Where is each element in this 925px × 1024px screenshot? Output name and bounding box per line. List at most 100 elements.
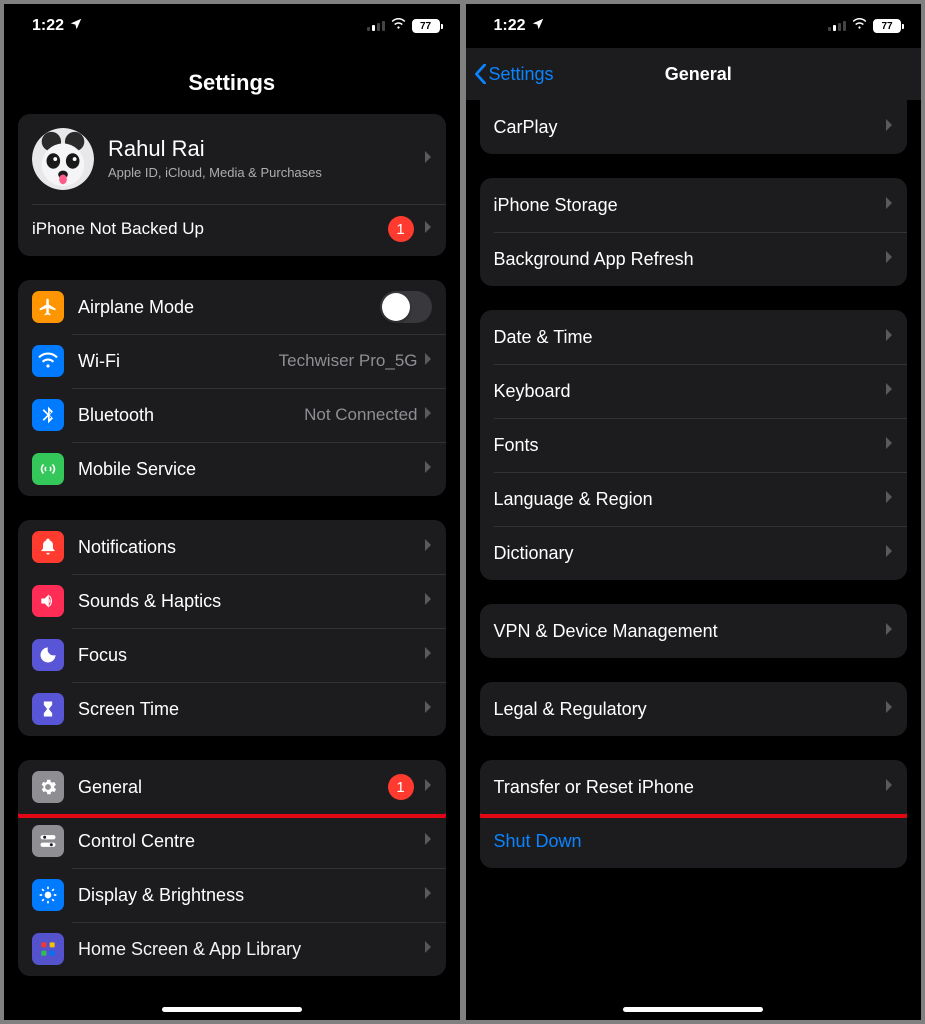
bluetooth-row[interactable]: Bluetooth Not Connected bbox=[18, 388, 446, 442]
battery-icon: 77 bbox=[873, 19, 901, 33]
row-label: Screen Time bbox=[78, 699, 424, 720]
avatar bbox=[32, 128, 94, 190]
chevron-right-icon bbox=[885, 436, 893, 455]
row-label: VPN & Device Management bbox=[494, 621, 886, 642]
wifi-icon bbox=[851, 17, 868, 36]
focus-row[interactable]: Focus bbox=[18, 628, 446, 682]
vpn-row[interactable]: VPN & Device Management bbox=[480, 604, 908, 658]
chevron-right-icon bbox=[885, 118, 893, 137]
legal-row[interactable]: Legal & Regulatory bbox=[480, 682, 908, 736]
notification-badge: 1 bbox=[388, 216, 414, 242]
date-time-row[interactable]: Date & Time bbox=[480, 310, 908, 364]
profile-group: Rahul Rai Apple ID, iCloud, Media & Purc… bbox=[18, 114, 446, 256]
chevron-right-icon bbox=[885, 250, 893, 269]
chevron-right-icon bbox=[424, 592, 432, 611]
status-time: 1:22 bbox=[32, 17, 64, 35]
status-bar: 1:22 77 bbox=[4, 4, 460, 48]
wifi-icon bbox=[390, 17, 407, 36]
toggles-icon bbox=[32, 825, 64, 857]
general-row[interactable]: General 1 bbox=[18, 760, 446, 814]
nav-bar: Settings General bbox=[466, 48, 922, 100]
cellular-signal-icon bbox=[828, 21, 846, 31]
location-icon bbox=[69, 17, 83, 36]
bell-icon bbox=[32, 531, 64, 563]
network-group: Airplane Mode Wi-Fi Techwiser Pro_5G Blu… bbox=[18, 280, 446, 496]
row-label: Date & Time bbox=[494, 327, 886, 348]
chevron-right-icon bbox=[424, 220, 432, 239]
home-screen-row[interactable]: Home Screen & App Library bbox=[18, 922, 446, 976]
chevron-right-icon bbox=[885, 622, 893, 641]
row-label: Language & Region bbox=[494, 489, 886, 510]
general-group: General 1 Control Centre Display & Brigh… bbox=[18, 760, 446, 976]
row-label: Notifications bbox=[78, 537, 424, 558]
chevron-right-icon bbox=[424, 832, 432, 851]
vpn-group: VPN & Device Management bbox=[480, 604, 908, 658]
row-label: Home Screen & App Library bbox=[78, 939, 424, 960]
wifi-icon bbox=[32, 345, 64, 377]
cellular-icon bbox=[32, 453, 64, 485]
shut-down-row[interactable]: Shut Down bbox=[480, 814, 908, 868]
phone-general: 1:22 77 Settings General CarPlay iPhone … bbox=[466, 4, 922, 1020]
battery-level: 77 bbox=[881, 21, 892, 32]
row-label: Dictionary bbox=[494, 543, 886, 564]
row-label: Control Centre bbox=[78, 831, 424, 852]
wifi-row[interactable]: Wi-Fi Techwiser Pro_5G bbox=[18, 334, 446, 388]
row-label: Display & Brightness bbox=[78, 885, 424, 906]
backup-warning-row[interactable]: iPhone Not Backed Up 1 bbox=[18, 204, 446, 256]
chevron-right-icon bbox=[424, 150, 432, 169]
gear-icon bbox=[32, 771, 64, 803]
airplane-mode-row[interactable]: Airplane Mode bbox=[18, 280, 446, 334]
chevron-right-icon bbox=[424, 940, 432, 959]
chevron-right-icon bbox=[885, 196, 893, 215]
airplane-icon bbox=[32, 291, 64, 323]
chevron-right-icon bbox=[885, 778, 893, 797]
battery-icon: 77 bbox=[412, 19, 440, 33]
locale-group: Date & Time Keyboard Fonts Language & Re… bbox=[480, 310, 908, 580]
control-centre-row[interactable]: Control Centre bbox=[18, 814, 446, 868]
mobile-service-row[interactable]: Mobile Service bbox=[18, 442, 446, 496]
profile-row[interactable]: Rahul Rai Apple ID, iCloud, Media & Purc… bbox=[18, 114, 446, 204]
background-refresh-row[interactable]: Background App Refresh bbox=[480, 232, 908, 286]
language-row[interactable]: Language & Region bbox=[480, 472, 908, 526]
dictionary-row[interactable]: Dictionary bbox=[480, 526, 908, 580]
chevron-right-icon bbox=[424, 460, 432, 479]
battery-level: 77 bbox=[420, 21, 431, 32]
chevron-right-icon bbox=[424, 646, 432, 665]
row-label: iPhone Storage bbox=[494, 195, 886, 216]
carplay-group: CarPlay bbox=[480, 100, 908, 154]
iphone-storage-row[interactable]: iPhone Storage bbox=[480, 178, 908, 232]
moon-icon bbox=[32, 639, 64, 671]
sounds-row[interactable]: Sounds & Haptics bbox=[18, 574, 446, 628]
transfer-reset-row[interactable]: Transfer or Reset iPhone bbox=[480, 760, 908, 814]
backup-warning-label: iPhone Not Backed Up bbox=[32, 219, 388, 239]
home-indicator[interactable] bbox=[162, 1007, 302, 1012]
screentime-row[interactable]: Screen Time bbox=[18, 682, 446, 736]
page-title: Settings bbox=[4, 48, 460, 114]
row-label: Fonts bbox=[494, 435, 886, 456]
cellular-signal-icon bbox=[367, 21, 385, 31]
row-value: Not Connected bbox=[304, 405, 417, 425]
row-label: Legal & Regulatory bbox=[494, 699, 886, 720]
row-label: Background App Refresh bbox=[494, 249, 886, 270]
reset-group: Transfer or Reset iPhone Shut Down bbox=[480, 760, 908, 868]
highlight-transfer-reset: Transfer or Reset iPhone bbox=[480, 760, 908, 818]
chevron-right-icon bbox=[424, 406, 432, 425]
storage-group: iPhone Storage Background App Refresh bbox=[480, 178, 908, 286]
fonts-row[interactable]: Fonts bbox=[480, 418, 908, 472]
carplay-row[interactable]: CarPlay bbox=[480, 100, 908, 154]
row-label: Mobile Service bbox=[78, 459, 424, 480]
row-label: Sounds & Haptics bbox=[78, 591, 424, 612]
notifications-row[interactable]: Notifications bbox=[18, 520, 446, 574]
chevron-right-icon bbox=[424, 538, 432, 557]
profile-name: Rahul Rai bbox=[108, 136, 424, 162]
display-brightness-row[interactable]: Display & Brightness bbox=[18, 868, 446, 922]
location-icon bbox=[531, 17, 545, 36]
row-label: General bbox=[78, 777, 388, 798]
chevron-right-icon bbox=[885, 382, 893, 401]
keyboard-row[interactable]: Keyboard bbox=[480, 364, 908, 418]
chevron-right-icon bbox=[424, 700, 432, 719]
page-title: General bbox=[484, 64, 913, 85]
home-indicator[interactable] bbox=[623, 1007, 763, 1012]
airplane-toggle[interactable] bbox=[380, 291, 432, 323]
chevron-right-icon bbox=[424, 886, 432, 905]
